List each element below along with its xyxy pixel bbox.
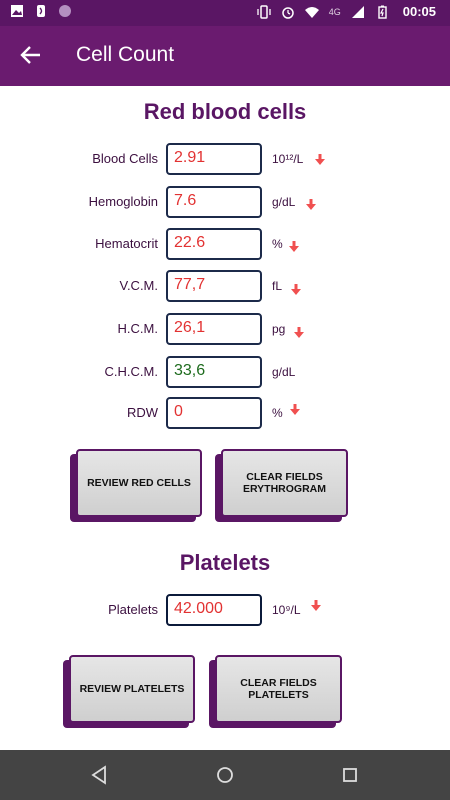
unit-label: pg (272, 322, 286, 336)
platelets-input[interactable]: 42.000 (166, 594, 262, 626)
unit-label: % (272, 406, 283, 420)
clear-platelets-button[interactable]: CLEAR FIELDS PLATELETS (215, 655, 342, 723)
phone-icon (37, 5, 45, 17)
arrow-down-icon (291, 284, 301, 295)
row-blood-cells: Blood Cells 2.91 10¹²/L (0, 143, 450, 175)
blood-cells-input[interactable]: 2.91 (166, 143, 262, 175)
field-label: C.H.C.M. (104, 364, 158, 379)
field-label: H.C.M. (117, 321, 158, 336)
arrow-down-icon (315, 154, 325, 165)
hemoglobin-input[interactable]: 7.6 (166, 186, 262, 218)
home-nav-icon[interactable] (214, 764, 236, 786)
arrow-back-icon[interactable] (18, 42, 44, 68)
review-platelets-wrap: REVIEW PLATELETS (63, 655, 195, 728)
row-hemoglobin: Hemoglobin 7.6 g/dL (0, 186, 450, 218)
row-rdw: RDW 0 % (0, 397, 450, 429)
signal-icon (351, 5, 364, 18)
arrow-down-icon (311, 600, 321, 611)
network-type: 4G (328, 6, 341, 17)
clear-erythrogram-button[interactable]: CLEAR FIELDS ERYTHROGRAM (221, 449, 348, 517)
row-hematocrit: Hematocrit 22.6 % (0, 228, 450, 260)
back-nav-icon[interactable] (89, 764, 111, 786)
review-platelets-button[interactable]: REVIEW PLATELETS (69, 655, 195, 723)
field-label: Hemoglobin (88, 194, 158, 209)
page-title: Cell Count (76, 43, 175, 66)
recents-nav-icon[interactable] (339, 764, 361, 786)
field-label: Platelets (108, 602, 158, 617)
arrow-down-icon (289, 241, 299, 252)
field-label: RDW (126, 405, 158, 420)
row-hcm: H.C.M. 26,1 pg (0, 313, 450, 345)
unit-label: 10¹²/L (272, 152, 304, 166)
chcm-input[interactable]: 33,6 (166, 356, 262, 388)
red-cells-heading: Red blood cells (143, 99, 307, 124)
clear-erythrogram-wrap: CLEAR FIELDS ERYTHROGRAM (215, 449, 348, 522)
hematocrit-input[interactable]: 22.6 (166, 228, 262, 260)
row-platelets: Platelets 42.000 10⁹/L (0, 594, 450, 626)
rdw-input[interactable]: 0 (166, 397, 262, 429)
app-bar: Cell Count (0, 26, 450, 86)
review-red-cells-wrap: REVIEW RED CELLS (70, 449, 202, 522)
vibrate-icon (257, 4, 271, 19)
hcm-input[interactable]: 26,1 (166, 313, 262, 345)
row-vcm: V.C.M. 77,7 fL (0, 270, 450, 302)
unit-label: g/dL (272, 195, 296, 209)
review-red-cells-button[interactable]: REVIEW RED CELLS (76, 449, 202, 517)
clock: 00:05 (402, 4, 436, 19)
field-label: Blood Cells (92, 151, 158, 166)
unit-label: fL (272, 279, 283, 293)
circle-icon (59, 5, 71, 17)
field-label: Hematocrit (95, 236, 158, 251)
navigation-bar (0, 750, 450, 800)
status-bar: 4G 00:05 (0, 0, 450, 26)
battery-icon (378, 5, 387, 19)
unit-label: % (272, 237, 283, 251)
gallery-icon (11, 5, 23, 17)
wifi-icon (304, 6, 319, 18)
unit-label: g/dL (272, 365, 296, 379)
field-label: V.C.M. (119, 278, 158, 293)
alarm-icon (281, 6, 294, 19)
arrow-down-icon (306, 199, 316, 210)
clear-platelets-wrap: CLEAR FIELDS PLATELETS (209, 655, 342, 728)
arrow-down-icon (290, 404, 300, 415)
vcm-input[interactable]: 77,7 (166, 270, 262, 302)
row-chcm: C.H.C.M. 33,6 g/dL (0, 356, 450, 388)
platelets-heading: Platelets (179, 550, 271, 575)
unit-label: 10⁹/L (272, 603, 301, 617)
arrow-down-icon (294, 327, 304, 338)
